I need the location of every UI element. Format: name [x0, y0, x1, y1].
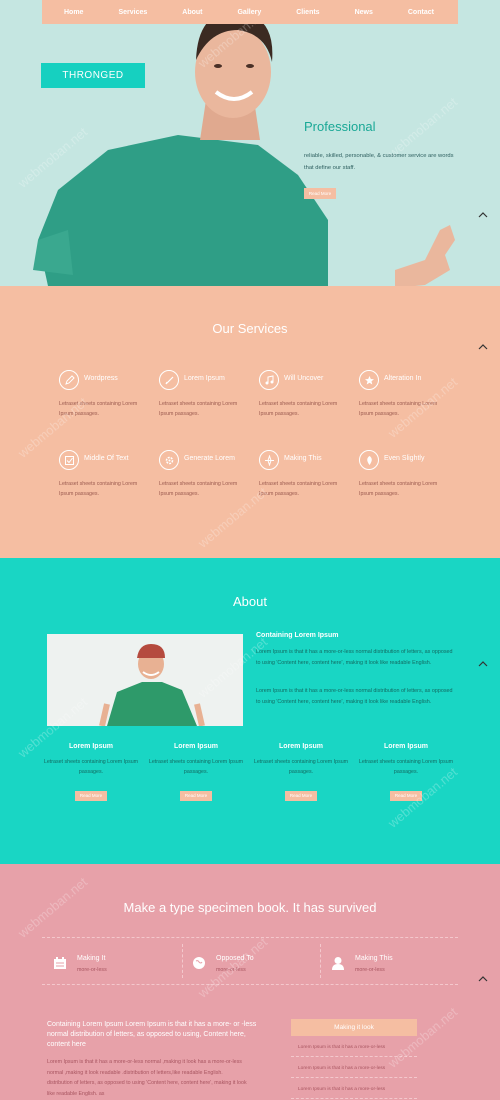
- about-title: About: [233, 594, 267, 609]
- hero-text: reliable, skilled, personable, & custome…: [304, 153, 454, 171]
- service-name: Middle Of Text: [84, 455, 129, 462]
- specimen-section: Make a type specimen book. It has surviv…: [0, 864, 500, 1100]
- hero-hand-image: [395, 225, 455, 286]
- service-name: Alteration In: [384, 375, 422, 382]
- service-desc: Letraset sheets containing Lorem Ipsum p…: [259, 481, 338, 497]
- nav-about[interactable]: About: [182, 9, 202, 16]
- about-paragraph: Lorem Ipsum is that it has a more-or-les…: [256, 649, 453, 666]
- feature-title: Making This: [355, 955, 393, 962]
- pen-icon: [159, 370, 179, 390]
- globe-icon: [193, 957, 205, 969]
- column-title: Lorem Ipsum: [69, 743, 113, 750]
- brand-button[interactable]: THRONGED: [41, 63, 145, 88]
- compass-icon: [259, 450, 279, 470]
- hero-person-image: [33, 11, 328, 286]
- feature-item: Opposed To more-or-less: [192, 954, 302, 976]
- about-subtitle: Containing Lorem Ipsum: [256, 632, 339, 639]
- music-note-icon: [259, 370, 279, 390]
- nav-news[interactable]: News: [355, 9, 373, 16]
- column-desc: Letraset sheets containing Lorem Ipsum p…: [148, 759, 244, 775]
- specimen-body: Lorem Ipsum is that it has a more-or-les…: [47, 1059, 247, 1097]
- star-icon: [359, 370, 379, 390]
- calendar-icon: [54, 957, 66, 969]
- service-desc: Letraset sheets containing Lorem Ipsum p…: [359, 481, 438, 497]
- sidebar-header: Making it look: [291, 1019, 417, 1036]
- nav-services[interactable]: Services: [118, 9, 147, 16]
- hero-read-more-button[interactable]: Read More: [304, 188, 336, 199]
- main-nav: Home Services About Gallery Clients News…: [42, 0, 458, 24]
- chevron-up-icon[interactable]: [478, 974, 488, 984]
- specimen-title: Make a type specimen book. It has surviv…: [123, 900, 377, 915]
- service-name: Wordpress: [84, 375, 118, 382]
- services-title: Our Services: [212, 321, 288, 336]
- sidebar-item[interactable]: Lorem Ipsum is that it has a more-or-les…: [291, 1036, 417, 1057]
- sidebar-item[interactable]: Lorem Ipsum is that it has a more-or-les…: [291, 1057, 417, 1078]
- sidebar-panel: Making it look Lorem Ipsum is that it ha…: [291, 1019, 417, 1099]
- service-name: Lorem Ipsum: [184, 375, 225, 382]
- column-title: Lorem Ipsum: [174, 743, 218, 750]
- service-desc: Letraset sheets containing Lorem Ipsum p…: [159, 481, 238, 497]
- read-more-button[interactable]: Read More: [390, 791, 422, 801]
- read-more-button[interactable]: Read More: [75, 791, 107, 801]
- column-title: Lorem Ipsum: [279, 743, 323, 750]
- nav-gallery[interactable]: Gallery: [237, 9, 261, 16]
- gear-icon: [159, 450, 179, 470]
- service-name: Making This: [284, 455, 322, 462]
- about-section: About Containing Lorem Ipsum Lorem Ipsum…: [0, 558, 500, 864]
- hero-section: THRONGED Professional reliable, skilled,…: [0, 0, 500, 286]
- service-name: Generate Lorem: [184, 455, 235, 462]
- feature-sub: more-or-less: [355, 967, 385, 973]
- service-desc: Letraset sheets containing Lorem Ipsum p…: [59, 401, 138, 417]
- nav-home[interactable]: Home: [64, 9, 83, 16]
- services-section: Our Services Wordpress Letraset sheets c…: [0, 286, 500, 558]
- divider: [320, 944, 321, 978]
- about-column: Lorem Ipsum Letraset sheets containing L…: [356, 743, 456, 801]
- nav-clients[interactable]: Clients: [296, 9, 319, 16]
- leaf-icon: [359, 450, 379, 470]
- service-desc: Letraset sheets containing Lorem Ipsum p…: [59, 481, 138, 497]
- service-desc: Letraset sheets containing Lorem Ipsum p…: [159, 401, 238, 417]
- feature-item: Making It more-or-less: [53, 954, 163, 976]
- chevron-up-icon[interactable]: [478, 210, 488, 220]
- hero-title: Professional: [304, 119, 376, 134]
- column-desc: Letraset sheets containing Lorem Ipsum p…: [43, 759, 139, 775]
- service-desc: Letraset sheets containing Lorem Ipsum p…: [259, 401, 338, 417]
- about-column: Lorem Ipsum Letraset sheets containing L…: [251, 743, 351, 801]
- about-column: Lorem Ipsum Letraset sheets containing L…: [146, 743, 246, 801]
- user-icon: [332, 957, 344, 970]
- feature-title: Opposed To: [216, 955, 254, 962]
- specimen-lead: Containing Lorem Ipsum Lorem Ipsum is th…: [47, 1021, 257, 1048]
- check-icon: [59, 450, 79, 470]
- read-more-button[interactable]: Read More: [180, 791, 212, 801]
- service-name: Will Uncover: [284, 375, 324, 382]
- divider: [182, 944, 183, 978]
- feature-title: Making It: [77, 955, 106, 962]
- pencil-icon: [59, 370, 79, 390]
- nav-contact[interactable]: Contact: [408, 9, 434, 16]
- service-desc: Letraset sheets containing Lorem Ipsum p…: [359, 401, 438, 417]
- feature-sub: more-or-less: [77, 967, 107, 973]
- read-more-button[interactable]: Read More: [285, 791, 317, 801]
- column-title: Lorem Ipsum: [384, 743, 428, 750]
- about-photo: [47, 634, 243, 726]
- about-column: Lorem Ipsum Letraset sheets containing L…: [41, 743, 141, 801]
- column-desc: Letraset sheets containing Lorem Ipsum p…: [253, 759, 349, 775]
- chevron-up-icon[interactable]: [478, 659, 488, 669]
- column-desc: Letraset sheets containing Lorem Ipsum p…: [358, 759, 454, 775]
- feature-item: Making This more-or-less: [331, 954, 441, 976]
- sidebar-item[interactable]: Lorem Ipsum is that it has a more-or-les…: [291, 1078, 417, 1099]
- chevron-up-icon[interactable]: [478, 342, 488, 352]
- about-paragraph: Lorem Ipsum is that it has a more-or-les…: [256, 688, 453, 705]
- service-name: Even Slightly: [384, 455, 425, 462]
- feature-sub: more-or-less: [216, 967, 246, 973]
